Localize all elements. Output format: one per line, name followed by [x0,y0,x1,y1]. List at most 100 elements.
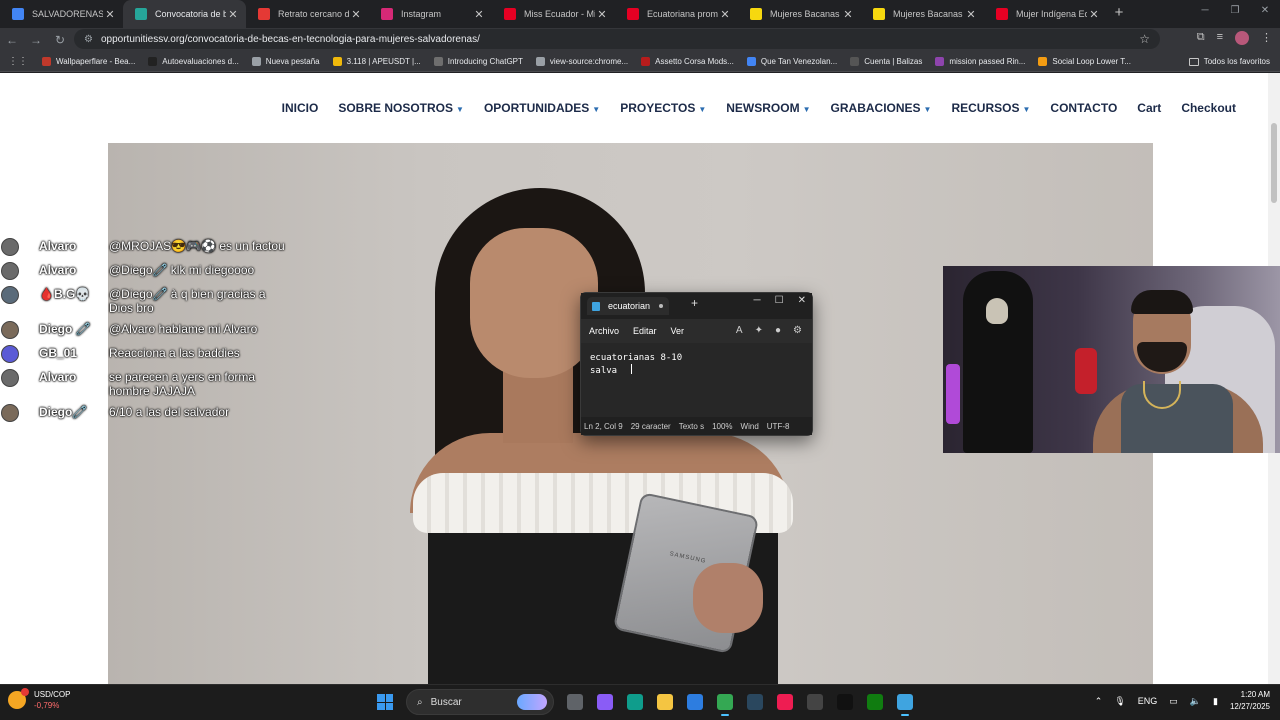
taskbar-store-icon[interactable] [682,689,708,715]
media-icon[interactable]: ≡ [1217,31,1223,45]
back-icon[interactable]: ← [0,33,24,47]
notepad-new-tab-icon[interactable]: + [691,296,698,310]
format-icon[interactable]: A [736,325,743,336]
copilot-icon[interactable]: ✦ [755,325,763,336]
site-nav-item[interactable]: SOBRE NOSOTROS ▼ [338,101,464,115]
minimize-icon[interactable]: ─ [1190,0,1220,28]
taskbar-capcut-icon[interactable] [832,689,858,715]
start-button[interactable] [372,689,398,715]
notepad-menu-item[interactable]: Ver [671,326,685,336]
site-nav-item[interactable]: PROYECTOS ▼ [620,101,706,115]
new-tab-button[interactable]: + [1107,0,1131,28]
browser-tab[interactable]: Mujeres Bacanas | El✕ [738,0,861,28]
browser-tab[interactable]: Mujer Indígena Ecua✕ [984,0,1107,28]
tab-close-icon[interactable]: ✕ [841,8,855,21]
notepad-maximize-icon[interactable]: ☐ [775,295,784,306]
bookmark-item[interactable]: Wallpaperflare - Bea... [42,57,135,66]
browser-tab[interactable]: Mujeres Bacanas | H✕ [861,0,984,28]
forward-icon[interactable]: → [24,33,48,47]
bookmark-item[interactable]: Que Tan Venezolan... [746,57,837,66]
site-nav-item[interactable]: Checkout [1181,101,1236,115]
maximize-icon[interactable]: ❐ [1220,0,1250,28]
bookmark-item[interactable]: Nueva pestaña [251,57,320,66]
site-nav-item[interactable]: CONTACTO [1050,101,1117,115]
bookmark-item[interactable]: 3.118 | APEUSDT |... [332,57,421,66]
tab-close-icon[interactable]: ✕ [349,8,363,21]
notepad-menu-item[interactable]: Archivo [589,326,619,336]
tab-close-icon[interactable]: ✕ [718,8,732,21]
bookmark-item[interactable]: Introducing ChatGPT [433,57,523,66]
chat-message: 🛡 Alvaro @MROJAS😎🎮⚽ es un factou [0,236,290,256]
reload-icon[interactable]: ↻ [48,33,72,47]
taskbar-task-view-icon[interactable] [562,689,588,715]
clock[interactable]: 1:20 AM 12/27/2025 [1230,689,1270,713]
taskbar-file-explorer-icon[interactable] [652,689,678,715]
tab-favicon-icon [996,8,1008,20]
extensions-icon[interactable]: ⧉ [1197,31,1205,45]
browser-tab[interactable]: Retrato cercano de d✕ [246,0,369,28]
microphone-icon[interactable]: 🎙 [1114,696,1125,707]
notepad-text-area[interactable]: ecuatorianas 8-10 salva [581,343,812,419]
close-window-icon[interactable]: ✕ [1250,0,1280,28]
browser-tab[interactable]: Instagram ✕ [369,0,492,28]
address-bar[interactable]: ⚙ opportunitiessv.org/convocatoria-de-be… [74,29,1160,49]
taskbar-xbox-icon[interactable] [862,689,888,715]
apps-grid-icon[interactable]: ⋮⋮ [8,56,28,67]
chat-text: se parecen a yers en forma hombre JAJAJA [109,370,256,398]
stock-widget-icon [8,688,29,709]
taskbar-copilot-icon[interactable] [592,689,618,715]
tab-close-icon[interactable]: ✕ [964,8,978,21]
site-nav-item[interactable]: RECURSOS ▼ [951,101,1030,115]
browser-tab[interactable]: Ecuatoriana promedi✕ [615,0,738,28]
tab-close-icon[interactable]: ✕ [1087,8,1101,21]
notepad-tab[interactable]: ecuatorian [587,297,669,315]
stock-widget[interactable]: USD/COP -0,79% [8,688,70,711]
browser-tab[interactable]: Convocatoria de bec✕ [123,0,246,28]
battery-icon[interactable]: ▮ [1213,696,1218,707]
bookmark-label: Cuenta | Balizas [864,57,923,66]
bookmark-star-icon[interactable]: ☆ [1139,32,1150,46]
menu-icon[interactable]: ⋮ [1261,31,1272,45]
volume-icon[interactable]: 🔈 [1190,696,1201,707]
language-indicator[interactable]: ENG [1138,696,1158,706]
browser-tab[interactable]: SALVADORENAS - Bu✕ [0,0,123,28]
unsaved-dot-icon[interactable] [659,304,664,308]
site-nav-label: PROYECTOS [620,101,696,115]
site-nav-item[interactable]: GRABACIONES ▼ [831,101,932,115]
tab-close-icon[interactable]: ✕ [103,8,117,21]
taskbar-notepad-icon[interactable] [892,689,918,716]
settings-icon[interactable]: ⚙ [793,325,802,336]
notepad-minimize-icon[interactable]: ─ [754,295,761,306]
search-icon: ⌕ [417,696,423,708]
bookmark-item[interactable]: mission passed Rin... [935,57,1025,66]
site-nav-item[interactable]: NEWSROOM ▼ [726,101,810,115]
bookmark-item[interactable]: Autoevaluaciones d... [148,57,239,66]
tab-close-icon[interactable]: ✕ [595,8,609,21]
network-icon[interactable]: ▭ [1169,696,1178,707]
bookmark-item[interactable]: Cuenta | Balizas [850,57,922,66]
site-nav-item[interactable]: Cart [1137,101,1161,115]
taskbar-chrome-icon[interactable] [712,689,738,716]
scrollbar-thumb[interactable] [1271,123,1277,203]
site-nav-item[interactable]: OPORTUNIDADES ▼ [484,101,600,115]
browser-tab[interactable]: Miss Ecuador - Miss✕ [492,0,615,28]
bookmark-item[interactable]: Social Loop Lower T... [1038,57,1131,66]
site-info-icon[interactable]: ⚙ [84,34,93,45]
taskbar-obs-icon[interactable] [802,689,828,715]
notepad-menu-item[interactable]: Editar [633,326,657,336]
taskbar-tiktok-icon[interactable] [772,689,798,715]
tab-close-icon[interactable]: ✕ [472,8,486,21]
profile-avatar[interactable] [1235,31,1249,45]
notepad-close-icon[interactable]: ✕ [798,295,806,306]
bookmark-item[interactable]: Assetto Corsa Mods... [641,57,734,66]
bookmark-item[interactable]: view-source:chrome... [535,57,628,66]
account-icon[interactable]: ● [775,325,781,336]
file-explorer-app-glyph [657,694,673,710]
all-bookmarks-folder[interactable]: Todos los favoritos [1188,57,1270,66]
taskbar-edge-icon[interactable] [622,689,648,715]
taskbar-steam-icon[interactable] [742,689,768,715]
site-nav-item[interactable]: INICIO [282,101,319,115]
taskbar-search[interactable]: ⌕ Buscar [406,689,554,715]
tab-close-icon[interactable]: ✕ [226,8,240,21]
tray-overflow-icon[interactable]: ⌃ [1095,696,1103,707]
